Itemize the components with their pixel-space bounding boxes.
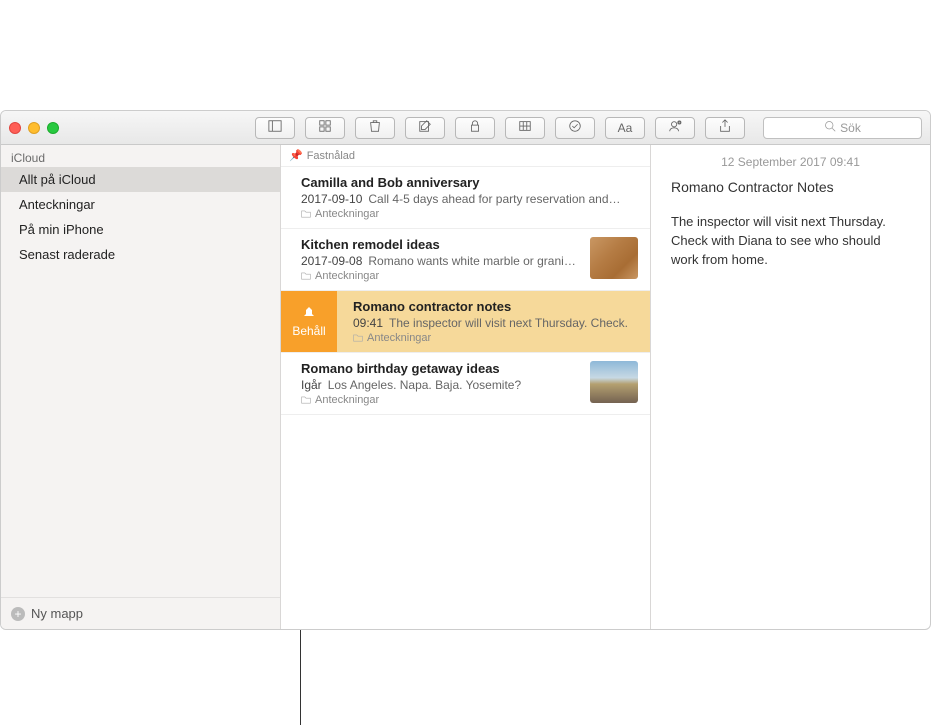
note-folder-label: Anteckningar — [367, 332, 431, 344]
note-date: 2017-09-10 — [301, 192, 362, 206]
editor-body: The inspector will visit next Thursday. … — [671, 213, 910, 270]
note-folder-line: Anteckningar — [301, 270, 582, 282]
note-editor[interactable]: 12 September 2017 09:41 Romano Contracto… — [651, 145, 930, 629]
app-window: Aa + Sök — [0, 110, 931, 630]
new-folder-label: Ny mapp — [31, 606, 83, 621]
sidebar: iCloud Allt på iCloud Anteckningar På mi… — [1, 145, 281, 629]
checklist-icon — [568, 119, 582, 136]
note-snippet: The inspector will visit next Thursday. … — [389, 316, 628, 330]
note-folder-line: Anteckningar — [301, 394, 582, 406]
pin-action-label: Behåll — [292, 324, 325, 338]
main-area: iCloud Allt på iCloud Anteckningar På mi… — [1, 145, 930, 629]
note-title: Camilla and Bob anniversary — [301, 175, 638, 190]
pin-icon: 📌 — [289, 149, 303, 162]
note-date: 09:41 — [353, 316, 383, 330]
folder-recently-deleted[interactable]: Senast raderade — [1, 242, 280, 267]
note-date: Igår — [301, 378, 322, 392]
note-snippet: Los Angeles. Napa. Baja. Yosemite? — [328, 378, 521, 392]
compose-icon — [418, 119, 432, 136]
checklist-button[interactable] — [555, 117, 595, 139]
note-item[interactable]: Kitchen remodel ideas 2017-09-08 Romano w… — [281, 229, 650, 291]
search-field[interactable]: Sök — [763, 117, 922, 139]
format-text-icon: Aa — [618, 121, 633, 135]
close-window-button[interactable] — [9, 122, 21, 134]
search-icon — [824, 120, 836, 135]
grid-icon — [318, 119, 332, 136]
note-snippet: Call 4-5 days ahead for party reservatio… — [368, 192, 620, 206]
note-title: Romano contractor notes — [353, 299, 638, 314]
sidebar-icon — [268, 119, 282, 136]
sidebar-account-label: iCloud — [1, 145, 280, 167]
note-title: Romano birthday getaway ideas — [301, 361, 582, 376]
folder-label: Anteckningar — [19, 197, 95, 212]
note-folder-label: Anteckningar — [315, 394, 379, 406]
new-note-button[interactable] — [405, 117, 445, 139]
pinned-section-header: 📌 Fastnålad — [281, 145, 650, 167]
note-folder-label: Anteckningar — [315, 270, 379, 282]
minimize-window-button[interactable] — [28, 122, 40, 134]
svg-text:+: + — [678, 121, 680, 125]
trash-icon — [368, 119, 382, 136]
note-folder-label: Anteckningar — [315, 208, 379, 220]
folder-icon — [301, 395, 311, 405]
note-subtitle: Igår Los Angeles. Napa. Baja. Yosemite? — [301, 378, 582, 392]
note-item[interactable]: Camilla and Bob anniversary 2017-09-10 Ca… — [281, 167, 650, 229]
editor-title: Romano Contractor Notes — [671, 179, 910, 195]
folder-all-icloud[interactable]: Allt på iCloud — [1, 167, 280, 192]
lock-button[interactable] — [455, 117, 495, 139]
folder-icon — [353, 333, 363, 343]
share-button[interactable] — [705, 117, 745, 139]
note-snippet: Romano wants white marble or grani… — [368, 254, 575, 268]
toolbar-buttons: Aa + — [255, 117, 755, 139]
delete-button[interactable] — [355, 117, 395, 139]
window-controls — [9, 122, 59, 134]
folder-icon — [301, 271, 311, 281]
note-item-selected[interactable]: Behåll Romano contractor notes 09:41 The … — [281, 291, 650, 353]
table-button[interactable] — [505, 117, 545, 139]
note-folder-line: Anteckningar — [353, 332, 638, 344]
folder-label: På min iPhone — [19, 222, 104, 237]
gallery-view-button[interactable] — [305, 117, 345, 139]
zoom-window-button[interactable] — [47, 122, 59, 134]
folder-label: Senast raderade — [19, 247, 115, 262]
search-placeholder: Sök — [840, 121, 861, 135]
folder-label: Allt på iCloud — [19, 172, 96, 187]
toggle-sidebar-button[interactable] — [255, 117, 295, 139]
note-folder-line: Anteckningar — [301, 208, 638, 220]
pin-swipe-action[interactable]: Behåll — [281, 291, 337, 352]
note-item[interactable]: Romano birthday getaway ideas Igår Los An… — [281, 353, 650, 415]
folder-icon — [301, 209, 311, 219]
format-button[interactable]: Aa — [605, 117, 645, 139]
share-icon — [718, 119, 732, 136]
note-subtitle: 2017-09-08 Romano wants white marble or g… — [301, 254, 582, 268]
note-date: 2017-09-08 — [301, 254, 362, 268]
note-thumbnail — [590, 361, 638, 403]
pinned-section-label: Fastnålad — [307, 150, 355, 162]
add-person-icon: + — [668, 119, 682, 136]
note-thumbnail — [590, 237, 638, 279]
table-icon — [518, 119, 532, 136]
pin-icon — [301, 306, 317, 322]
plus-circle-icon: + — [11, 607, 25, 621]
lock-icon — [468, 119, 482, 136]
toolbar: Aa + Sök — [1, 111, 930, 145]
folder-notes[interactable]: Anteckningar — [1, 192, 280, 217]
editor-timestamp: 12 September 2017 09:41 — [671, 155, 910, 169]
note-title: Kitchen remodel ideas — [301, 237, 582, 252]
note-subtitle: 2017-09-10 Call 4-5 days ahead for party … — [301, 192, 638, 206]
new-folder-button[interactable]: + Ny mapp — [1, 597, 280, 629]
folder-on-my-iphone[interactable]: På min iPhone — [1, 217, 280, 242]
add-people-button[interactable]: + — [655, 117, 695, 139]
note-subtitle: 09:41 The inspector will visit next Thurs… — [353, 316, 638, 330]
note-list: 📌 Fastnålad Camilla and Bob anniversary … — [281, 145, 651, 629]
